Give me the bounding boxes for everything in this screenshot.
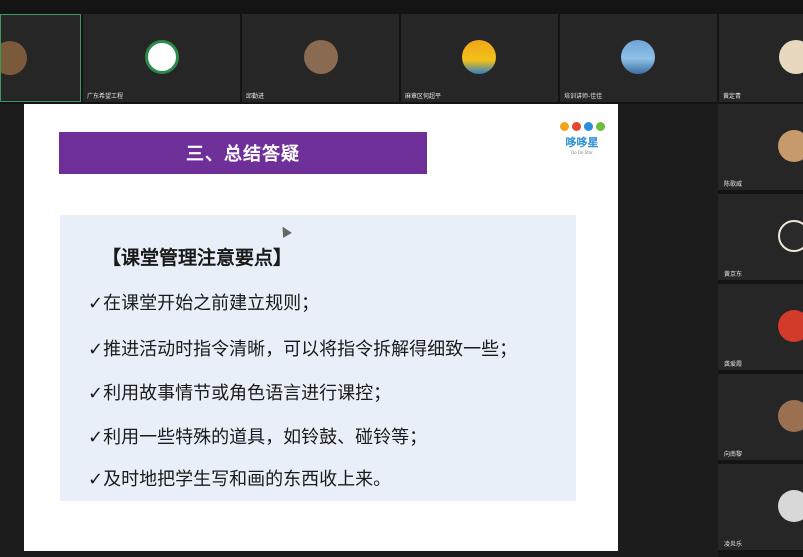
- logo-text: 哆哆星: [565, 136, 599, 149]
- participant-name: 黄京东: [724, 271, 743, 278]
- list-item: ✓及时地把学生写和画的东西收上来。: [88, 469, 392, 490]
- participant-name: 凌炎乐: [724, 541, 743, 548]
- participant-name: 向南黎: [724, 451, 743, 458]
- list-item: ✓推进活动时指令清晰，可以将指令拆解得细致一些；: [88, 339, 518, 360]
- logo-subtext: Do Do Star: [571, 150, 593, 155]
- participant-name: 培训讲师-佳佳: [564, 93, 603, 100]
- avatar: [779, 40, 803, 74]
- participant-strip-top: 广东希望工程 邱勤进 麻章区何超平 培训讲师-佳佳 黄定青: [0, 0, 803, 104]
- slide-title: 三、总结答疑: [186, 144, 300, 165]
- list-item: ✓利用故事情节或角色语言进行课控；: [88, 383, 392, 404]
- avatar: [462, 40, 496, 74]
- participant-name: 广东希望工程: [87, 93, 124, 100]
- content-heading: 【课堂管理注意要点】: [102, 247, 293, 269]
- participant-strip-side: 陈歌威 黄京东 龚爱霞 向南黎 凌炎乐: [718, 104, 803, 557]
- participant-tile[interactable]: 邱勤进: [242, 14, 399, 102]
- participant-tile[interactable]: 黄京东: [718, 194, 803, 280]
- list-item: ✓在课堂开始之前建立规则；: [88, 293, 320, 314]
- avatar: [778, 490, 803, 522]
- participant-tile[interactable]: 陈歌威: [718, 104, 803, 190]
- content-box: 【课堂管理注意要点】 ✓在课堂开始之前建立规则； ✓推进活动时指令清晰，可以将指…: [60, 215, 576, 501]
- participant-name: 龚爱霞: [724, 361, 743, 368]
- participant-tile[interactable]: 麻章区何超平: [401, 14, 558, 102]
- avatar: [778, 400, 803, 432]
- slide-title-bar: 三、总结答疑: [59, 132, 427, 174]
- list-item: ✓利用一些特殊的道具，如铃鼓、碰铃等；: [88, 427, 428, 448]
- logo-dots-icon: [558, 122, 606, 131]
- participant-name: 麻章区何超平: [405, 93, 442, 100]
- participant-tile[interactable]: 龚爱霞: [718, 284, 803, 370]
- avatar: [778, 220, 803, 252]
- avatar: [778, 310, 803, 342]
- participant-tile[interactable]: 广东希望工程: [83, 14, 240, 102]
- participant-tile[interactable]: 凌炎乐: [718, 464, 803, 550]
- participant-tile[interactable]: 培训讲师-佳佳: [560, 14, 717, 102]
- avatar: [1, 41, 27, 75]
- participant-tile[interactable]: 向南黎: [718, 374, 803, 460]
- participant-name: 邱勤进: [246, 93, 265, 100]
- avatar: [145, 40, 179, 74]
- avatar: [621, 40, 655, 74]
- shared-slide: 三、总结答疑 哆哆星 Do Do Star 【课堂管理注意要点】 ✓在课堂开始之…: [24, 104, 618, 551]
- avatar: [778, 130, 803, 162]
- participant-name: 陈歌威: [724, 181, 743, 188]
- participant-tile[interactable]: 黄定青: [719, 14, 803, 102]
- avatar: [304, 40, 338, 74]
- participant-name: 黄定青: [723, 93, 742, 100]
- participant-tile[interactable]: [0, 14, 81, 102]
- brand-logo: 哆哆星 Do Do Star: [558, 122, 606, 164]
